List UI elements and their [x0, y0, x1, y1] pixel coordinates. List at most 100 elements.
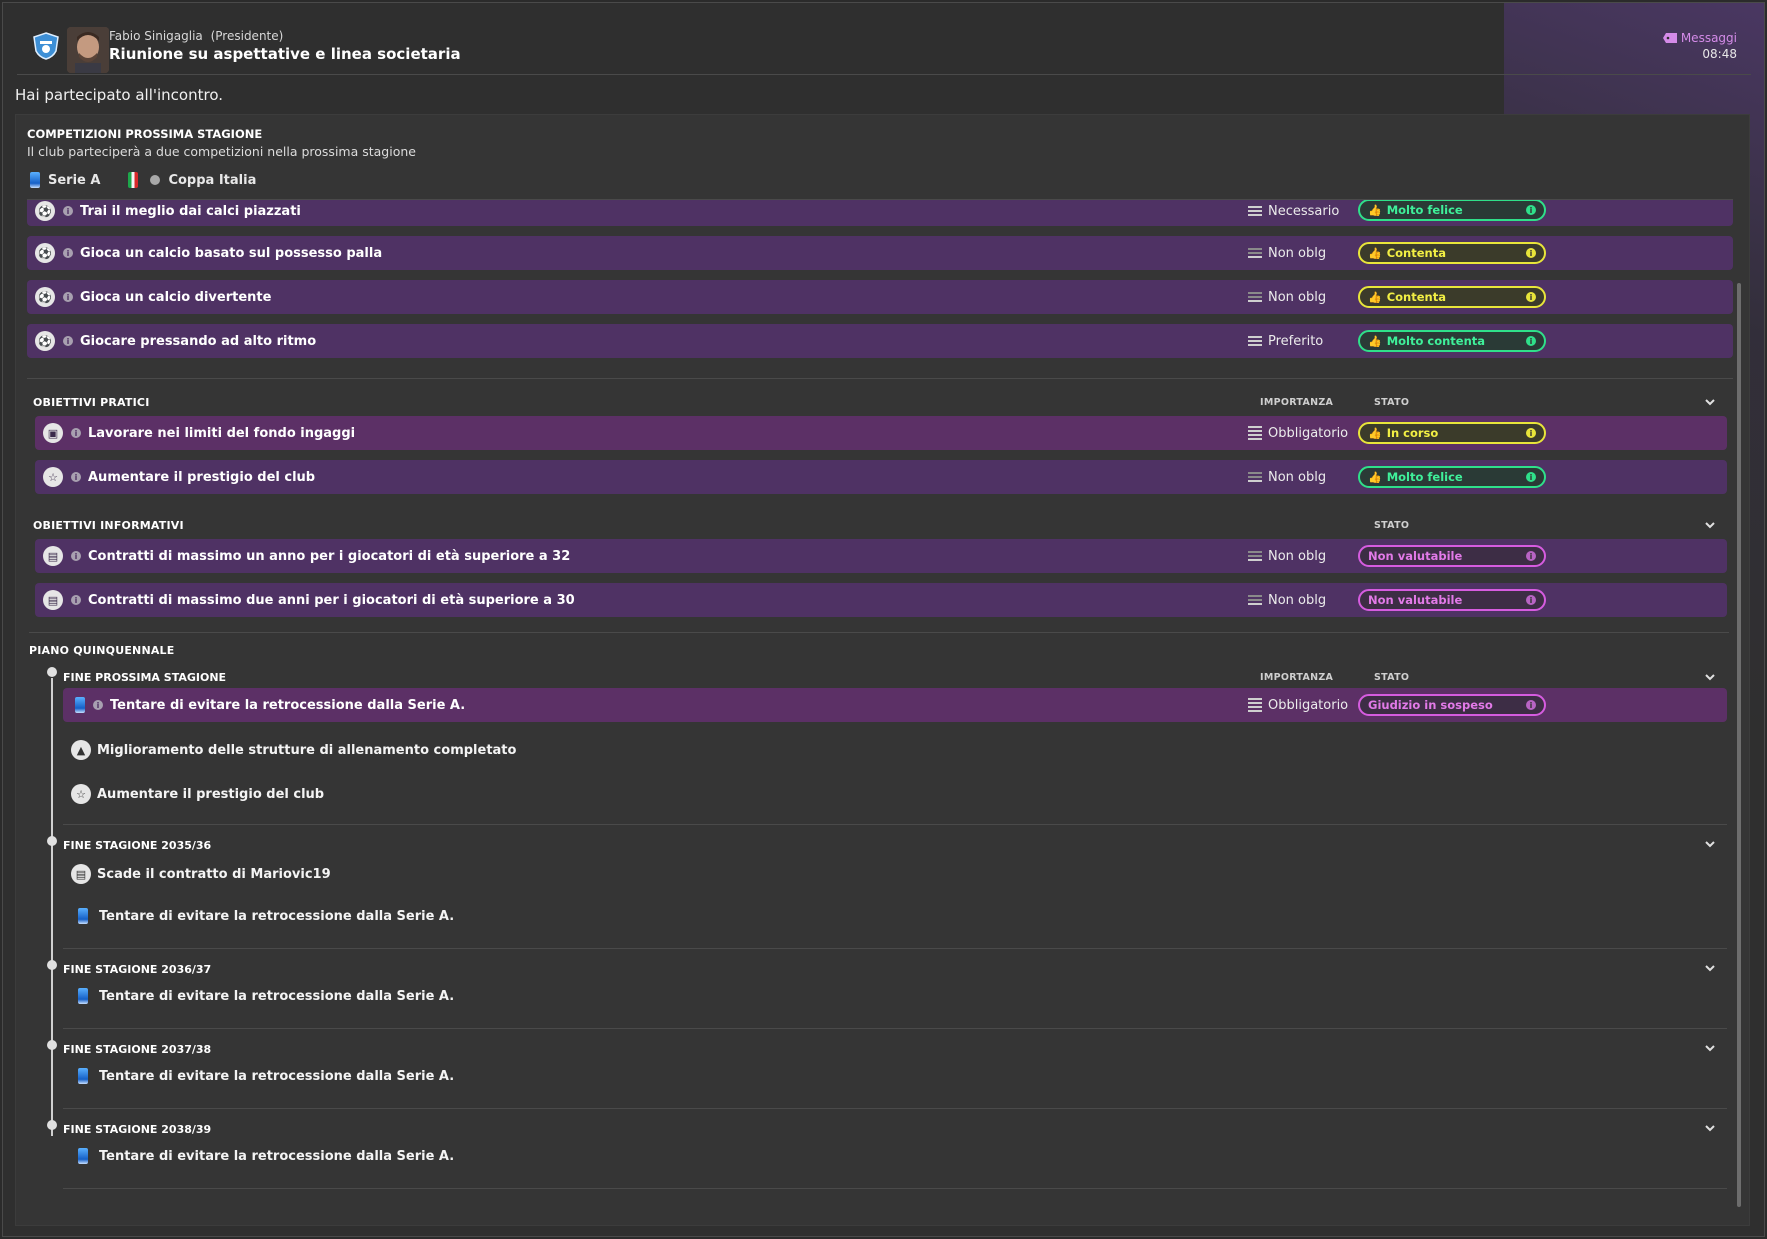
importance-bars-icon: [1248, 206, 1262, 216]
practical-row[interactable]: ▣ i Lavorare nei limiti del fondo ingagg…: [35, 416, 1727, 450]
informative-title: OBIETTIVI INFORMATIVI: [33, 519, 184, 532]
serie-a-icon: [30, 172, 40, 188]
messages-button[interactable]: Messaggi: [1662, 31, 1737, 45]
contract-icon: ▤: [71, 864, 91, 884]
president-avatar[interactable]: [67, 27, 109, 73]
info-icon[interactable]: [150, 175, 161, 185]
five-year-main-row[interactable]: i Tentare di evitare la retrocessione da…: [63, 688, 1727, 722]
info-icon[interactable]: i: [1526, 428, 1536, 438]
status-badge[interactable]: 👍 Contenta i: [1358, 242, 1546, 264]
info-icon[interactable]: i: [1526, 595, 1536, 605]
objectives-scroll-area[interactable]: ⚽ i Trai il meglio dai calci piazzati Ne…: [27, 199, 1733, 1209]
informative-row[interactable]: ▤ i Contratti di massimo due anni per i …: [35, 583, 1727, 617]
plan-item[interactable]: Tentare di evitare la retrocessione dall…: [75, 988, 454, 1004]
plan-item[interactable]: Tentare di evitare la retrocessione dall…: [75, 908, 454, 924]
practical-row-label: Lavorare nei limiti del fondo ingaggi: [88, 425, 356, 441]
info-icon[interactable]: i: [71, 551, 81, 561]
plan-item-label: Tentare di evitare la retrocessione dall…: [99, 1148, 455, 1164]
status-badge[interactable]: 👍 Molto felice i: [1358, 200, 1546, 221]
chevron-down-icon[interactable]: [1703, 1041, 1717, 1055]
plan-item[interactable]: ▤ Scade il contratto di Mariovic19: [71, 864, 331, 884]
status-label: Non valutabile: [1368, 549, 1463, 563]
serie-a-icon: [75, 697, 85, 713]
importance-bars-icon: [1248, 472, 1262, 482]
informative-row[interactable]: ▤ i Contratti di massimo un anno per i g…: [35, 539, 1727, 573]
section-divider: [27, 378, 1733, 379]
next-season-title: FINE PROSSIMA STAGIONE: [63, 671, 227, 684]
timeline-line: [51, 678, 53, 1136]
timeline-dot: [47, 1120, 57, 1130]
plan-item[interactable]: ☆ Aumentare il prestigio del club: [71, 784, 324, 804]
plan-item[interactable]: ▲ Miglioramento delle strutture di allen…: [71, 740, 516, 760]
info-icon[interactable]: i: [1526, 292, 1536, 302]
coppa-italia-icon: [128, 172, 139, 188]
chevron-down-icon[interactable]: [1703, 518, 1717, 532]
style-row[interactable]: ⚽ i Gioca un calcio basato sul possesso …: [27, 236, 1733, 270]
message-subject: Riunione su aspettative e linea societar…: [109, 45, 461, 63]
info-icon[interactable]: i: [71, 472, 81, 482]
style-row-label: Trai il meglio dai calci piazzati: [80, 203, 301, 219]
meeting-panel: COMPETIZIONI PROSSIMA STAGIONE Il club p…: [15, 114, 1750, 1226]
importance-label: Non oblg: [1268, 245, 1327, 261]
info-icon[interactable]: i: [1526, 205, 1536, 215]
chevron-down-icon[interactable]: [1703, 837, 1717, 851]
serie-a-icon: [78, 1068, 88, 1084]
star-icon: ☆: [43, 467, 63, 487]
info-icon[interactable]: i: [63, 336, 73, 346]
season-title: FINE STAGIONE 2035/36: [63, 839, 212, 852]
football-icon: ⚽: [35, 331, 55, 351]
status-label: In corso: [1386, 426, 1439, 440]
practical-row-label: Aumentare il prestigio del club: [88, 469, 316, 485]
style-row[interactable]: ⚽ i Giocare pressando ad alto ritmo Pref…: [27, 324, 1733, 358]
style-row[interactable]: ⚽ i Gioca un calcio divertente Non oblg …: [27, 280, 1733, 314]
status-label: Molto contenta: [1386, 334, 1486, 348]
importance-bars-icon: [1248, 292, 1262, 302]
importance: Non oblg: [1248, 593, 1326, 608]
info-icon[interactable]: i: [1526, 248, 1536, 258]
status-badge[interactable]: 👍 Molto contenta i: [1358, 330, 1546, 352]
status-badge[interactable]: Non valutabile i: [1358, 545, 1546, 567]
importance: Preferito: [1248, 334, 1323, 349]
plan-item[interactable]: Tentare di evitare la retrocessione dall…: [75, 1148, 454, 1164]
info-icon[interactable]: i: [71, 428, 81, 438]
status-header: STATO: [1374, 672, 1410, 683]
info-icon[interactable]: i: [1526, 700, 1536, 710]
info-icon[interactable]: i: [1526, 336, 1536, 346]
status-header: STATO: [1374, 397, 1410, 408]
status-badge[interactable]: 👍 Molto felice i: [1358, 466, 1546, 488]
chevron-down-icon[interactable]: [1703, 395, 1717, 409]
contract-icon: ▤: [43, 546, 63, 566]
info-icon[interactable]: i: [1526, 551, 1536, 561]
info-icon[interactable]: i: [93, 700, 103, 710]
competition-serie-a[interactable]: Serie A: [48, 173, 100, 188]
status-badge[interactable]: 👍 In corso i: [1358, 422, 1546, 444]
status-badge[interactable]: Giudizio in sospeso i: [1358, 694, 1546, 716]
info-icon[interactable]: i: [63, 292, 73, 302]
thumbs-up-icon: 👍: [1368, 426, 1382, 440]
importance-label: Necessario: [1268, 203, 1340, 219]
practical-row[interactable]: ☆ i Aumentare il prestigio del club Non …: [35, 460, 1727, 494]
status-badge[interactable]: 👍 Contenta i: [1358, 286, 1546, 308]
section-divider: [63, 1108, 1727, 1109]
importance-bars-icon: [1248, 698, 1262, 712]
chevron-down-icon[interactable]: [1703, 961, 1717, 975]
importance-bars-icon: [1248, 595, 1262, 605]
status-badge[interactable]: Non valutabile i: [1358, 589, 1546, 611]
chevron-down-icon[interactable]: [1703, 670, 1717, 684]
info-icon[interactable]: i: [71, 595, 81, 605]
plan-item[interactable]: Tentare di evitare la retrocessione dall…: [75, 1068, 454, 1084]
competition-coppa-italia[interactable]: Coppa Italia: [168, 173, 256, 188]
timeline-dot: [47, 836, 57, 846]
plan-item-label: Tentare di evitare la retrocessione dall…: [99, 988, 455, 1004]
wallet-icon: ▣: [43, 423, 63, 443]
informative-row-label: Contratti di massimo un anno per i gioca…: [88, 548, 571, 564]
info-icon[interactable]: i: [63, 206, 73, 216]
importance-label: Obbligatorio: [1268, 425, 1349, 441]
scrollbar[interactable]: [1737, 283, 1741, 1207]
info-icon[interactable]: i: [63, 248, 73, 258]
chevron-down-icon[interactable]: [1703, 1121, 1717, 1135]
timeline-dot: [47, 1040, 57, 1050]
style-row[interactable]: ⚽ i Trai il meglio dai calci piazzati Ne…: [27, 200, 1733, 226]
sender-role: (Presidente): [210, 29, 284, 43]
info-icon[interactable]: i: [1526, 472, 1536, 482]
